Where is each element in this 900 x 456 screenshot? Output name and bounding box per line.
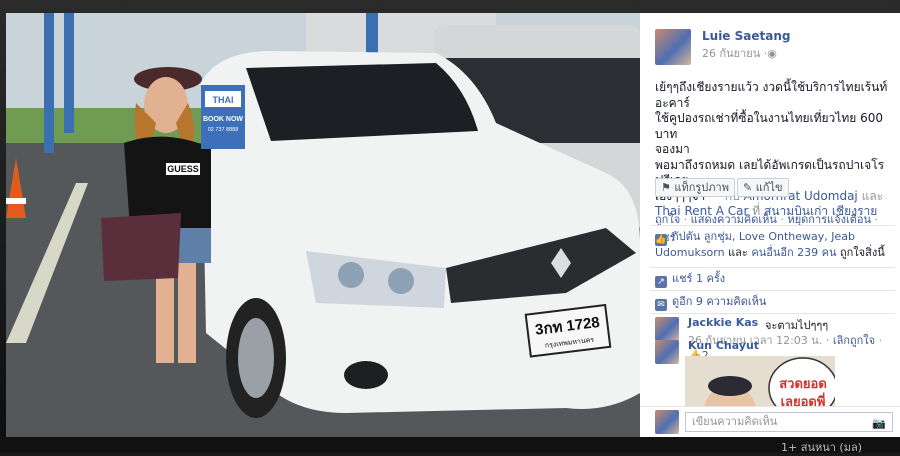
camera-icon[interactable]: 📷 [872, 415, 886, 433]
caption-line: ใช้คูปองรถเช่าที่ซื้อในงานไทยเที่ยวไทย 6… [655, 111, 883, 141]
shirt-text: GUESS [167, 164, 199, 174]
view-comments-row: ✉ ดูอีก 9 ความคิดเห็น [655, 295, 900, 311]
like-icon: 👍 [655, 234, 667, 246]
globe-icon: ·◉ [763, 47, 777, 60]
caption-and: และ [861, 188, 884, 203]
commenter-name[interactable]: Kun Chayut [688, 339, 759, 352]
share-icon: ↗ [655, 276, 667, 288]
post-panel: Luie Saetang 26 กันยายน ·◉ เย้ๆๆถึงเชียง… [640, 13, 900, 437]
caption-line: จองมา [655, 142, 690, 156]
divider [650, 290, 895, 291]
edit-icon: ✎ [743, 181, 753, 194]
commenter-avatar[interactable] [655, 317, 679, 341]
post-photo[interactable]: THAI BOOK NOW 02 737 8888 GUESS 3กท 1728… [6, 13, 640, 437]
tag-photo-label: แท็กรูปภาพ [674, 181, 729, 194]
sign-phone-text: 02 737 8888 [208, 127, 239, 133]
shares-count[interactable]: แชร์ 1 ครั้ง [672, 272, 725, 285]
viewer-avatar [655, 410, 679, 434]
post-date: 26 กันยายน ·◉ [702, 44, 777, 62]
tag-icon: ⚑ [661, 181, 671, 194]
commenter-avatar[interactable] [655, 340, 679, 364]
likes-others-link[interactable]: คนอื่นอีก 239 คน [751, 246, 836, 259]
likes-summary: 👍 กัปตัน ลูกชุ่ม, Love Ontheway, Jeab Udo… [655, 230, 900, 260]
likers-names[interactable]: กัปตัน ลูกชุ่ม, Love Ontheway, Jeab [672, 230, 855, 243]
unlike-link[interactable]: เลิกถูกใจ [833, 334, 875, 347]
author-name[interactable]: Luie Saetang [702, 29, 790, 43]
post-date-text[interactable]: 26 กันยายน [702, 47, 760, 60]
shares-row: ↗ แชร์ 1 ครั้ง [655, 272, 900, 288]
author-avatar[interactable] [655, 29, 691, 65]
likes-and: และ [728, 246, 748, 259]
divider [650, 313, 895, 314]
post-caption: เย้ๆๆถึงเชียงรายแว้ว งวดนี้ใช้บริการไทยเ… [655, 80, 895, 220]
edit-button[interactable]: ✎ แก้ไข [737, 178, 789, 197]
view-more-comments[interactable]: ดูอีก 9 ความคิดเห็น [672, 295, 766, 308]
caption-line: เย้ๆๆถึงเชียงรายแว้ว งวดนี้ใช้บริการไทยเ… [655, 80, 888, 110]
commenter-name[interactable]: Jackkie Kas [688, 316, 758, 329]
divider [650, 267, 895, 268]
sign-cta-text: BOOK NOW [203, 116, 243, 123]
bottom-text: 1+ สนหนา (มล) [781, 441, 862, 454]
comment-icon: ✉ [655, 299, 667, 311]
tag-photo-button[interactable]: ⚑ แท็กรูปภาพ [655, 178, 735, 197]
sign-brand-text: THAI [213, 95, 234, 105]
divider [650, 225, 895, 226]
edit-label: แก้ไข [755, 181, 783, 194]
likers-names-2[interactable]: Udomuksorn [655, 246, 725, 259]
comment-input-placeholder: เขียนความคิดเห็น [692, 415, 778, 428]
comment-input[interactable]: เขียนความคิดเห็น 📷 [685, 412, 893, 432]
likes-suffix: ถูกใจสิ่งนี้ [839, 246, 885, 259]
bottom-strip [0, 437, 900, 453]
comment-image-text-1: สวดยอด [779, 377, 827, 392]
comment-composer: เขียนความคิดเห็น 📷 [640, 406, 900, 437]
